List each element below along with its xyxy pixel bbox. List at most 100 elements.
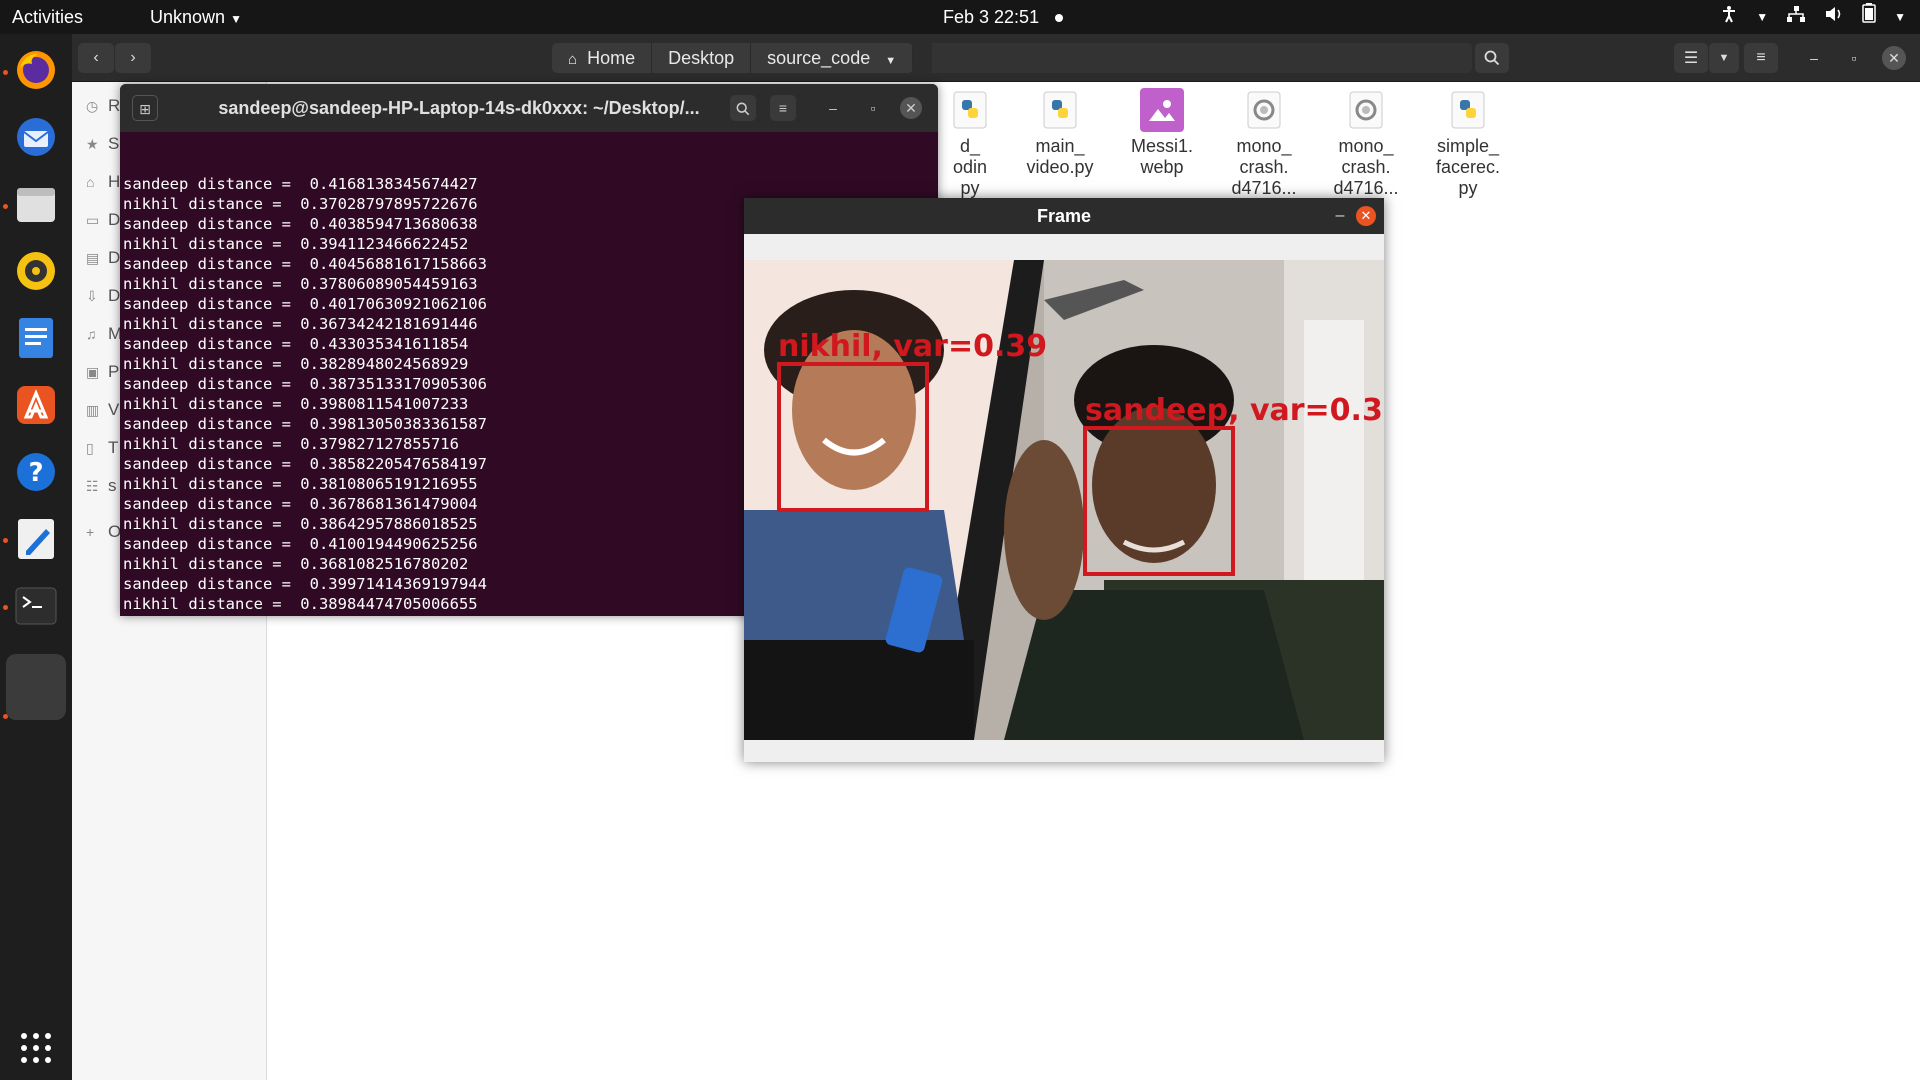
sidebar-item-trash[interactable]: ▯ T bbox=[86, 438, 118, 462]
file-label: main_ video.py bbox=[1026, 136, 1094, 177]
clock-label: Feb 3 22:51 bbox=[943, 7, 1040, 27]
sidebar-item-label: V bbox=[108, 400, 120, 419]
sidebar-item-starred[interactable]: ★ S bbox=[86, 134, 119, 158]
activities-button[interactable]: Activities bbox=[12, 0, 83, 34]
breadcrumb-desktop[interactable]: Desktop bbox=[652, 43, 752, 73]
volume-icon[interactable] bbox=[1824, 0, 1844, 34]
close-button[interactable]: ✕ bbox=[1882, 46, 1906, 70]
writer-icon[interactable] bbox=[10, 312, 62, 364]
breadcrumb-home-label: Home bbox=[587, 48, 636, 68]
desktop-icon: ▭ bbox=[86, 212, 100, 228]
frame-status-bar bbox=[744, 740, 1384, 762]
sidebar-item-documents[interactable]: ▤ D bbox=[86, 248, 120, 272]
face-label-sandeep: sandeep, var=0.37 bbox=[1085, 393, 1384, 428]
thunderbird-icon[interactable] bbox=[10, 111, 62, 163]
text-editor-icon[interactable] bbox=[10, 513, 62, 565]
show-apps-icon[interactable] bbox=[10, 1022, 62, 1074]
sidebar-item-music[interactable]: ♫ M bbox=[86, 324, 122, 348]
trash-icon: ▯ bbox=[86, 440, 94, 456]
running-indicator bbox=[3, 605, 8, 610]
menu-button[interactable]: ≡ bbox=[1744, 43, 1778, 73]
search-button[interactable] bbox=[1475, 43, 1509, 73]
sidebar-item-label: H bbox=[108, 172, 121, 191]
download-icon: ⇩ bbox=[86, 288, 98, 304]
frame-close-button[interactable]: ✕ bbox=[1356, 206, 1376, 226]
back-button[interactable]: ‹ bbox=[78, 43, 114, 73]
network-icon[interactable] bbox=[1786, 0, 1806, 34]
breadcrumb: ⌂ Home Desktop source_code ▼ bbox=[552, 43, 914, 73]
sidebar-item-desktop[interactable]: ▭ D bbox=[86, 210, 120, 234]
minimize-button[interactable]: – bbox=[1802, 46, 1826, 70]
sidebar-item-pictures[interactable]: ▣ P bbox=[86, 362, 119, 386]
file-item[interactable]: simple_ facerec. py bbox=[1420, 88, 1516, 199]
forward-button[interactable]: › bbox=[115, 43, 151, 73]
python-file-icon bbox=[1446, 88, 1490, 132]
video-icon: ▥ bbox=[86, 402, 100, 418]
dock: ? bbox=[0, 34, 72, 1080]
file-item[interactable]: mono_ crash. d4716... bbox=[1318, 88, 1414, 199]
clock[interactable]: Feb 3 22:51 bbox=[943, 0, 1064, 34]
sidebar-item-label: T bbox=[108, 438, 119, 457]
chevron-down-icon[interactable]: ▼ bbox=[1894, 0, 1906, 34]
breadcrumb-home[interactable]: ⌂ Home bbox=[552, 43, 653, 73]
files-icon[interactable] bbox=[10, 178, 62, 230]
python-file-icon bbox=[948, 88, 992, 132]
path-bar-fill bbox=[932, 43, 1472, 73]
firefox-icon[interactable] bbox=[10, 44, 62, 96]
music-icon: ♫ bbox=[86, 326, 97, 342]
breadcrumb-source-code[interactable]: source_code ▼ bbox=[751, 43, 914, 73]
new-tab-button[interactable]: ⊞ bbox=[132, 95, 158, 121]
close-icon: ✕ bbox=[1888, 50, 1900, 66]
app-menu[interactable]: Unknown ▼ bbox=[150, 0, 242, 34]
sidebar-item-label: S bbox=[108, 134, 120, 153]
sidebar-item-videos[interactable]: ▥ V bbox=[86, 400, 119, 424]
help-icon[interactable]: ? bbox=[10, 446, 62, 498]
file-item[interactable]: mono_ crash. d4716... bbox=[1216, 88, 1312, 199]
file-label: mono_ crash. d4716... bbox=[1231, 136, 1297, 198]
list-view-button[interactable]: ☰ bbox=[1674, 43, 1708, 73]
file-manager-header: ‹ › ⌂ Home Desktop source_code ▼ ☰ ▼ ≡ –… bbox=[72, 34, 1920, 82]
frame-minimize-button[interactable]: – bbox=[1328, 204, 1352, 228]
sidebar-item-other-locations[interactable]: + O bbox=[86, 522, 121, 546]
sidebar-item-recent[interactable]: ◷ R bbox=[86, 96, 120, 120]
face-label-nikhil: nikhil, var=0.39 bbox=[778, 329, 1047, 364]
terminal-menu-button[interactable]: ≡ bbox=[770, 95, 796, 121]
chevron-down-icon[interactable]: ▼ bbox=[1756, 0, 1768, 34]
svg-text:?: ? bbox=[28, 458, 43, 488]
picture-icon: ▣ bbox=[86, 364, 100, 380]
view-options-button[interactable]: ▼ bbox=[1709, 43, 1739, 73]
battery-icon[interactable] bbox=[1862, 0, 1876, 34]
python-file-icon bbox=[1038, 88, 1082, 132]
terminal-minimize-button[interactable]: – bbox=[820, 95, 846, 121]
home-icon: ⌂ bbox=[86, 174, 95, 190]
terminal-maximize-button[interactable]: ▫ bbox=[860, 95, 886, 121]
running-indicator bbox=[3, 70, 8, 75]
document-icon: ▤ bbox=[86, 250, 100, 266]
hamburger-icon: ≡ bbox=[1756, 49, 1766, 66]
system-tray[interactable]: ▼ ▼ bbox=[1720, 0, 1906, 34]
rhythmbox-icon[interactable] bbox=[10, 245, 62, 297]
breadcrumb-source-code-label: source_code bbox=[767, 48, 871, 68]
maximize-icon: ▫ bbox=[870, 100, 876, 116]
terminal-close-button[interactable]: ✕ bbox=[900, 97, 922, 119]
running-indicator bbox=[3, 538, 8, 543]
terminal-title: sandeep@sandeep-HP-Laptop-14s-dk0xxx: ~/… bbox=[218, 98, 700, 118]
accessibility-icon[interactable] bbox=[1720, 0, 1738, 34]
frame-window[interactable]: Frame – ✕ nikhil, var=0.39 sandeep, var= bbox=[744, 198, 1384, 762]
maximize-button[interactable]: ▫ bbox=[1842, 46, 1866, 70]
list-view-icon: ☰ bbox=[1683, 50, 1699, 67]
file-item[interactable]: Messi1. webp bbox=[1114, 88, 1210, 178]
terminal-header: ⊞ sandeep@sandeep-HP-Laptop-14s-dk0xxx: … bbox=[120, 84, 938, 132]
file-item[interactable]: main_ video.py bbox=[1012, 88, 1108, 178]
terminal-icon[interactable] bbox=[10, 580, 62, 632]
search-icon bbox=[1484, 50, 1500, 66]
sidebar-item-downloads[interactable]: ⇩ D bbox=[86, 286, 120, 310]
terminal-search-button[interactable] bbox=[730, 95, 756, 121]
chevron-right-icon: › bbox=[130, 49, 136, 66]
hamburger-icon: ≡ bbox=[778, 100, 788, 116]
python-app-icon[interactable] bbox=[6, 654, 66, 720]
sidebar-item-drive[interactable]: ☷ s bbox=[86, 476, 117, 500]
software-icon[interactable] bbox=[10, 379, 62, 431]
sidebar-item-home[interactable]: ⌂ H bbox=[86, 172, 120, 196]
drive-icon: ☷ bbox=[86, 478, 99, 494]
